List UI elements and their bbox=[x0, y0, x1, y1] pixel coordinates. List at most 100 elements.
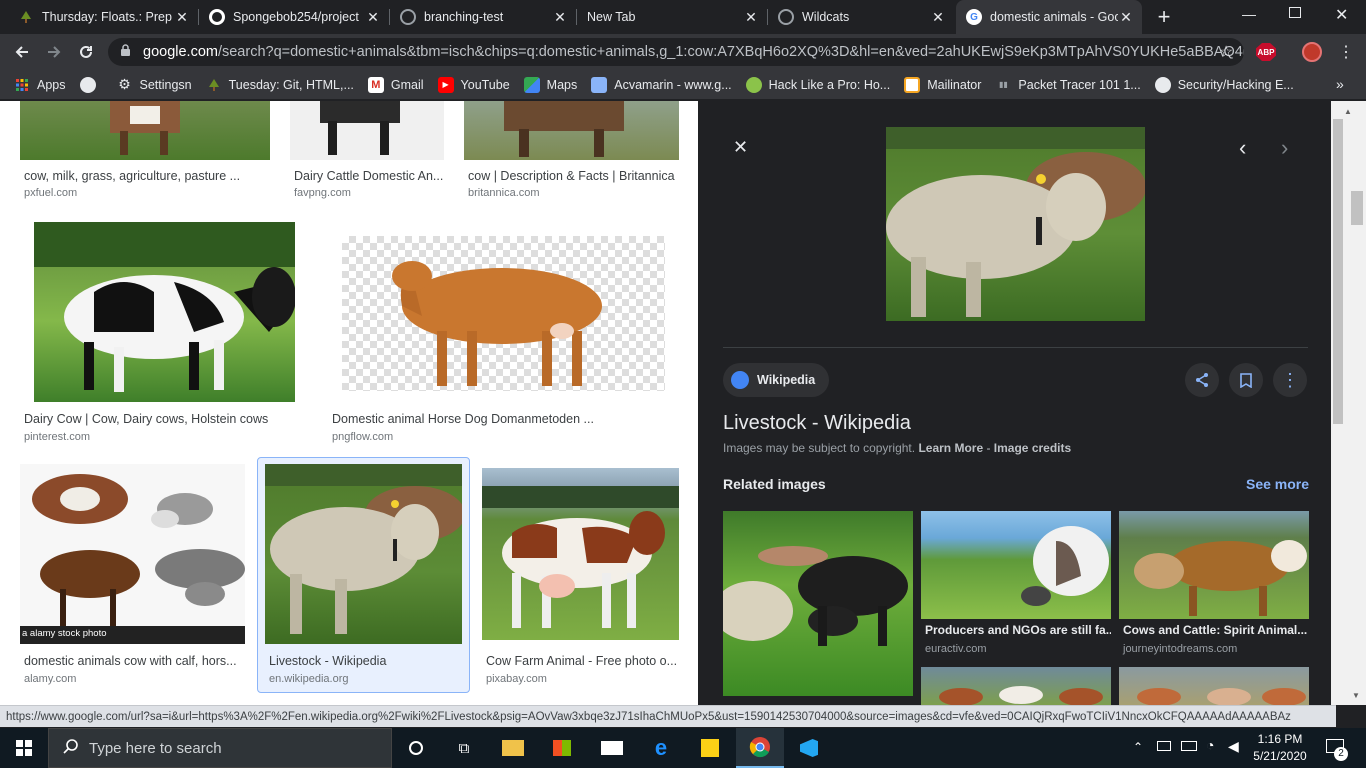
close-icon[interactable]: ✕ bbox=[365, 9, 381, 26]
adblock-plus-icon[interactable]: ABP bbox=[1256, 43, 1276, 61]
new-tab-button[interactable]: + bbox=[1152, 5, 1176, 29]
result-card[interactable]: cow, milk, grass, agriculture, pasture .… bbox=[20, 101, 270, 201]
bookmark-tuesday-git[interactable]: Tuesday: Git, HTML,... bbox=[206, 77, 354, 93]
bookmark-settingsn[interactable]: ⚙ Settingsn bbox=[117, 76, 191, 93]
wifi-icon[interactable]: ◔ bbox=[1206, 737, 1214, 753]
chevron-left-icon[interactable]: ‹ bbox=[1239, 135, 1246, 161]
bookmark-security-hacking[interactable]: Security/Hacking E... bbox=[1154, 76, 1294, 93]
edge-icon[interactable]: e bbox=[637, 728, 685, 768]
vscode-icon[interactable] bbox=[785, 728, 833, 768]
bookmark-packet-tracer[interactable]: ▮▮ Packet Tracer 101 1... bbox=[995, 77, 1141, 93]
chevron-right-icon[interactable]: › bbox=[1281, 135, 1288, 161]
bookmark-gmail[interactable]: M Gmail bbox=[367, 76, 424, 93]
result-title[interactable]: domestic animals cow with calf, hors... bbox=[24, 654, 244, 668]
address-bar[interactable]: google.com/search?q=domestic+animals&tbm… bbox=[108, 38, 1244, 66]
bookmark-youtube[interactable]: ▶ YouTube bbox=[437, 76, 510, 93]
result-thumbnail[interactable] bbox=[482, 468, 679, 640]
result-card[interactable]: Domestic animal Horse Dog Domanmetoden .… bbox=[328, 222, 682, 446]
chevron-up-icon[interactable]: ⌃ bbox=[1133, 740, 1143, 754]
bookmark-apps[interactable]: Apps bbox=[14, 77, 66, 93]
profile-avatar[interactable] bbox=[1302, 42, 1322, 62]
drive-icon[interactable] bbox=[1157, 741, 1171, 751]
result-title[interactable]: cow | Description & Facts | Britannica bbox=[468, 169, 680, 183]
right-pane-scrollbar-thumb[interactable] bbox=[1333, 119, 1343, 424]
close-icon[interactable]: ✕ bbox=[174, 9, 190, 26]
close-icon[interactable]: ✕ bbox=[743, 9, 759, 26]
microsoft-store-icon[interactable] bbox=[538, 728, 586, 768]
cortana-icon[interactable] bbox=[392, 728, 440, 768]
tab-domestic-animals[interactable]: G domestic animals - Goo ✕ bbox=[956, 0, 1142, 34]
tab-wildcats[interactable]: Wildcats ✕ bbox=[768, 0, 954, 34]
related-image[interactable] bbox=[723, 511, 913, 696]
result-card-selected[interactable]: Livestock - Wikipedia en.wikipedia.org bbox=[265, 464, 465, 689]
result-thumbnail[interactable] bbox=[290, 101, 444, 160]
sticky-notes-icon[interactable] bbox=[686, 728, 734, 768]
source-chip[interactable]: Wikipedia bbox=[723, 363, 830, 397]
related-image[interactable] bbox=[1119, 511, 1309, 619]
result-thumbnail[interactable] bbox=[20, 101, 270, 160]
page-scrollbar[interactable]: ▲ ▼ bbox=[1331, 101, 1366, 705]
close-icon[interactable]: ✕ bbox=[1118, 9, 1134, 26]
clock-time[interactable]: 1:16 PM bbox=[1250, 732, 1310, 746]
preview-image[interactable] bbox=[886, 127, 1145, 321]
clock-date[interactable]: 5/21/2020 bbox=[1250, 749, 1310, 763]
result-card[interactable]: Cow Farm Animal - Free photo o... pixaba… bbox=[482, 464, 682, 689]
scroll-down-icon[interactable]: ▼ bbox=[1352, 691, 1360, 700]
result-title[interactable]: Livestock - Wikipedia bbox=[269, 654, 464, 668]
result-title[interactable]: cow, milk, grass, agriculture, pasture .… bbox=[24, 169, 264, 183]
result-title[interactable]: Dairy Cattle Domestic An... bbox=[294, 169, 444, 183]
bookmark-maps[interactable]: Maps bbox=[523, 76, 577, 93]
result-card[interactable]: cow | Description & Facts | Britannica b… bbox=[464, 101, 682, 201]
related-image[interactable] bbox=[921, 667, 1111, 705]
result-thumbnail[interactable] bbox=[342, 236, 665, 391]
related-title[interactable]: Cows and Cattle: Spirit Animal... bbox=[1119, 623, 1309, 637]
windows-start-button[interactable] bbox=[0, 728, 48, 768]
task-view-icon[interactable]: ⧉ bbox=[440, 728, 488, 768]
chrome-icon[interactable] bbox=[736, 728, 784, 768]
bookmark-mailinator[interactable]: Mailinator bbox=[904, 76, 981, 93]
result-thumbnail[interactable]: a alamy stock photo bbox=[20, 464, 245, 644]
result-title[interactable]: Cow Farm Animal - Free photo o... bbox=[486, 654, 680, 668]
scroll-up-icon[interactable]: ▲ bbox=[1344, 107, 1352, 116]
related-image[interactable] bbox=[921, 511, 1111, 619]
mail-icon[interactable] bbox=[588, 728, 636, 768]
result-card[interactable]: Dairy Cow | Cow, Dairy cows, Holstein co… bbox=[20, 222, 310, 446]
related-image[interactable] bbox=[1119, 667, 1309, 705]
preview-title[interactable]: Livestock - Wikipedia bbox=[723, 412, 911, 435]
tab-branching-test[interactable]: branching-test ✕ bbox=[390, 0, 576, 34]
bookmark-star-icon[interactable]: ☆ bbox=[1212, 38, 1240, 66]
minimize-button[interactable]: — bbox=[1242, 6, 1262, 22]
forward-button[interactable] bbox=[40, 38, 68, 66]
taskbar-search-box[interactable]: Type here to search bbox=[48, 728, 392, 768]
learn-more-link[interactable]: Learn More bbox=[918, 441, 983, 455]
menu-kebab-icon[interactable]: ⋮ bbox=[1332, 38, 1360, 66]
result-title[interactable]: Domestic animal Horse Dog Domanmetoden .… bbox=[332, 412, 672, 426]
more-options-button[interactable]: ⋮ bbox=[1273, 363, 1307, 397]
result-title[interactable]: Dairy Cow | Cow, Dairy cows, Holstein co… bbox=[24, 412, 308, 426]
share-button[interactable] bbox=[1185, 363, 1219, 397]
image-credits-link[interactable]: Image credits bbox=[994, 441, 1071, 455]
result-thumbnail[interactable] bbox=[464, 101, 679, 160]
tab-spongebob-project[interactable]: Spongebob254/project ✕ bbox=[199, 0, 389, 34]
close-icon[interactable]: ✕ bbox=[733, 137, 748, 158]
tab-new-tab[interactable]: New Tab ✕ bbox=[577, 0, 767, 34]
back-button[interactable] bbox=[8, 38, 36, 66]
close-icon[interactable]: ✕ bbox=[552, 9, 568, 26]
volume-icon[interactable]: ◀ bbox=[1228, 738, 1239, 755]
file-explorer-icon[interactable] bbox=[489, 728, 537, 768]
close-icon[interactable]: ✕ bbox=[930, 9, 946, 26]
maximize-button[interactable] bbox=[1289, 7, 1301, 18]
related-title[interactable]: Producers and NGOs are still fa... bbox=[921, 623, 1111, 637]
bookmark-acvamarin[interactable]: Acvamarin - www.g... bbox=[591, 76, 732, 93]
see-more-link[interactable]: See more bbox=[1246, 476, 1309, 492]
save-button[interactable] bbox=[1229, 363, 1263, 397]
tab-thursday-floats[interactable]: Thursday: Floats.: Prep ! ✕ bbox=[8, 0, 198, 34]
battery-icon[interactable] bbox=[1181, 741, 1197, 751]
bookmark-globe[interactable] bbox=[79, 76, 103, 93]
result-card[interactable]: a alamy stock photo domestic animals cow… bbox=[20, 464, 250, 689]
bookmark-hack-like-a-pro[interactable]: Hack Like a Pro: Ho... bbox=[745, 76, 890, 93]
chevron-right-double-icon[interactable]: » bbox=[1336, 76, 1344, 92]
scrollbar-thumb[interactable] bbox=[1351, 191, 1363, 225]
close-window-button[interactable]: ✕ bbox=[1335, 5, 1348, 25]
result-thumbnail[interactable] bbox=[265, 464, 462, 644]
